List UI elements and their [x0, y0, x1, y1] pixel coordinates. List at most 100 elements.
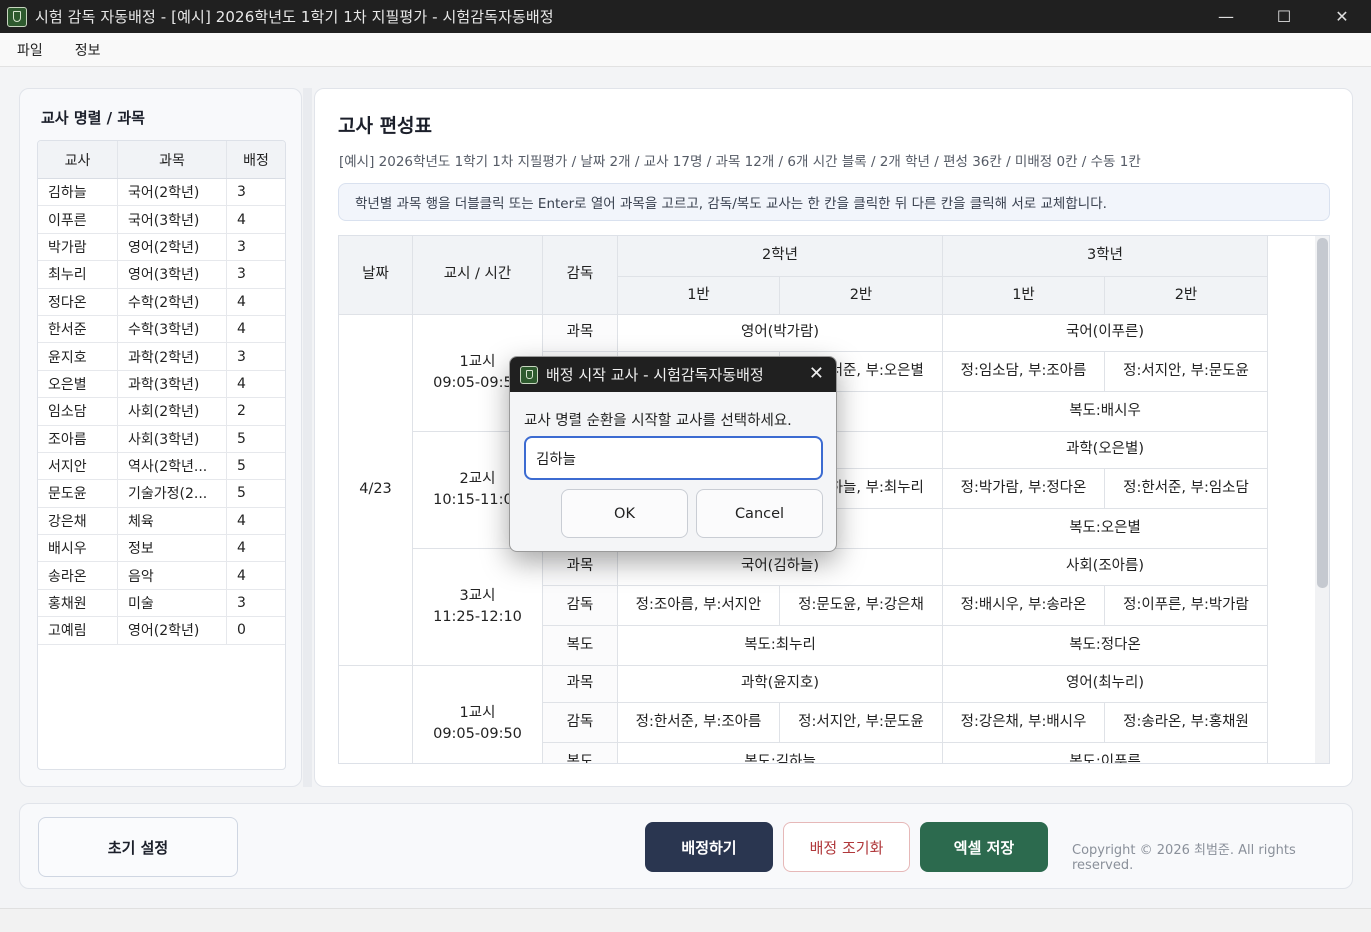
close-icon[interactable]: ✕	[1313, 0, 1371, 33]
table-row[interactable]: 송라온 음악 4	[38, 562, 285, 590]
table-row[interactable]: 조아름 사회(3학년) 5	[38, 425, 285, 453]
header-grade3-class2: 2반	[1105, 277, 1268, 315]
teacher-subject: 사회(3학년)	[118, 425, 227, 452]
teacher-subject: 체육	[118, 507, 227, 535]
table-row[interactable]: 윤지호 과학(2학년) 3	[38, 343, 285, 371]
grade3-hallway-cell[interactable]: 복도:이푸른	[943, 743, 1268, 763]
teacher-panel: 교사 명렬 / 과목 교사 과목 배정 김하늘 국어(2학년) 3 이푸른 국어(3학년…	[19, 88, 302, 787]
grade3-class1-supervisor-cell[interactable]: 정:강은채, 부:배시우	[943, 703, 1105, 743]
grade3-class2-supervisor-cell[interactable]: 정:서지안, 부:문도윤	[1105, 352, 1268, 392]
initial-setup-button[interactable]: 초기 설정	[38, 817, 238, 877]
table-row[interactable]: 홍채원 미술 3	[38, 589, 285, 618]
table-row[interactable]: 오은별 과학(3학년) 4	[38, 370, 285, 399]
grade3-subject-cell[interactable]: 사회(조아름)	[943, 549, 1268, 586]
menu-file[interactable]: 파일	[0, 40, 59, 60]
role-hallway-label: 복도	[543, 626, 618, 666]
cancel-button[interactable]: Cancel	[696, 489, 823, 538]
grade3-class1-supervisor-cell[interactable]: 정:임소담, 부:조아름	[943, 352, 1105, 392]
teacher-name: 정다온	[38, 288, 118, 315]
grade2-subject-cell[interactable]: 영어(박가람)	[618, 315, 943, 352]
grade2-class2-supervisor-cell[interactable]: 정:문도윤, 부:강은채	[780, 586, 943, 626]
teacher-subject: 국어(3학년)	[118, 206, 227, 233]
teacher-table: 교사 과목 배정 김하늘 국어(2학년) 3 이푸른 국어(3학년) 4 박가람 영어(2학년…	[37, 140, 286, 770]
teacher-table-body: 김하늘 국어(2학년) 3 이푸른 국어(3학년) 4 박가람 영어(2학년) 3 최누리 영어(3…	[38, 179, 285, 645]
period-label: 1교시	[459, 353, 496, 370]
scrollbar-thumb[interactable]	[1317, 238, 1328, 588]
teacher-count: 3	[237, 595, 246, 612]
table-row[interactable]: 배시우 정보 4	[38, 535, 285, 563]
grade2-class1-supervisor-cell[interactable]: 정:한서준, 부:조아름	[618, 703, 780, 743]
grade3-class2-supervisor-cell[interactable]: 정:한서준, 부:임소담	[1105, 469, 1268, 509]
teacher-name: 홍채원	[38, 589, 118, 617]
grade2-subject-cell[interactable]: 국어(김하늘)	[618, 549, 943, 586]
teacher-count: 3	[237, 348, 246, 365]
teacher-count: 3	[237, 266, 246, 283]
grade3-class2-supervisor-cell[interactable]: 정:이푸른, 부:박가람	[1105, 586, 1268, 626]
column-header-count[interactable]: 배정	[227, 141, 285, 178]
table-row[interactable]: 정다온 수학(2학년) 4	[38, 288, 285, 316]
start-teacher-input[interactable]	[524, 436, 823, 480]
app-icon	[7, 6, 27, 27]
teacher-count: 4	[237, 567, 246, 584]
role-subject-label: 과목	[543, 549, 618, 586]
table-row[interactable]: 김하늘 국어(2학년) 3	[38, 179, 285, 207]
teacher-count: 2	[237, 403, 246, 420]
teacher-name: 박가람	[38, 233, 118, 261]
grade3-subject-cell[interactable]: 국어(이푸른)	[943, 315, 1268, 352]
teacher-subject: 국어(2학년)	[118, 179, 227, 206]
grade3-class2-supervisor-cell[interactable]: 정:송라온, 부:홍채원	[1105, 703, 1268, 743]
column-header-teacher[interactable]: 교사	[38, 141, 118, 178]
teacher-subject: 미술	[118, 589, 227, 617]
app-icon	[520, 365, 538, 384]
grade3-hallway-cell[interactable]: 복도:배시우	[943, 392, 1268, 432]
table-row[interactable]: 이푸른 국어(3학년) 4	[38, 206, 285, 234]
date-cell	[339, 666, 413, 763]
teacher-subject: 영어(2학년)	[118, 233, 227, 261]
copyright-text: Copyright © 2026 최범준. All rights reserve…	[1072, 843, 1296, 873]
table-row[interactable]: 문도윤 기술가정(2... 5	[38, 480, 285, 508]
header-grade3-class1: 1반	[943, 277, 1105, 315]
column-header-subject[interactable]: 과목	[118, 141, 227, 178]
teacher-name: 배시우	[38, 535, 118, 562]
grade3-class1-supervisor-cell[interactable]: 정:배시우, 부:송라온	[943, 586, 1105, 626]
ok-button[interactable]: OK	[561, 489, 688, 538]
panel-splitter[interactable]	[303, 88, 312, 787]
close-icon[interactable]: ✕	[809, 363, 824, 384]
teacher-subject: 영어(2학년)	[118, 617, 227, 644]
minimize-icon[interactable]: —	[1197, 0, 1255, 33]
table-row[interactable]: 고예림 영어(2학년) 0	[38, 617, 285, 645]
teacher-name: 최누리	[38, 261, 118, 288]
dialog-title: 배정 시작 교사 - 시험감독자동배정	[546, 366, 764, 384]
grade3-subject-cell[interactable]: 과학(오은별)	[943, 432, 1268, 469]
header-period: 교시 / 시간	[413, 236, 543, 315]
teacher-subject: 영어(3학년)	[118, 261, 227, 288]
assign-button[interactable]: 배정하기	[645, 822, 773, 872]
table-row[interactable]: 임소담 사회(2학년) 2	[38, 398, 285, 426]
grade2-class1-supervisor-cell[interactable]: 정:조아름, 부:서지안	[618, 586, 780, 626]
teacher-panel-title: 교사 명렬 / 과목	[41, 109, 145, 127]
teacher-count: 4	[237, 375, 246, 392]
table-row[interactable]: 강은채 체육 4	[38, 507, 285, 536]
grade2-subject-cell[interactable]: 과학(윤지호)	[618, 666, 943, 703]
grade2-hallway-cell[interactable]: 복도:최누리	[618, 626, 943, 666]
table-row[interactable]: 최누리 영어(3학년) 3	[38, 261, 285, 289]
teacher-count: 4	[237, 211, 246, 228]
grade3-subject-cell[interactable]: 영어(최누리)	[943, 666, 1268, 703]
grade3-hallway-cell[interactable]: 복도:오은별	[943, 509, 1268, 549]
menu-info[interactable]: 정보	[59, 40, 117, 60]
teacher-name: 오은별	[38, 370, 118, 398]
excel-export-button[interactable]: 엑셀 저장	[920, 822, 1048, 872]
status-bar	[0, 908, 1371, 932]
table-row[interactable]: 서지안 역사(2학년... 5	[38, 452, 285, 481]
grade3-class1-supervisor-cell[interactable]: 정:박가람, 부:정다온	[943, 469, 1105, 509]
menu-bar: 파일 정보	[0, 33, 1371, 67]
reset-assignment-button[interactable]: 배정 조기화	[783, 822, 910, 872]
grade2-hallway-cell[interactable]: 복도:김하늘	[618, 743, 943, 763]
maximize-icon[interactable]: ☐	[1255, 0, 1313, 33]
grade2-class2-supervisor-cell[interactable]: 정:서지안, 부:문도윤	[780, 703, 943, 743]
teacher-count: 4	[237, 321, 246, 338]
table-row[interactable]: 박가람 영어(2학년) 3	[38, 233, 285, 262]
vertical-scrollbar[interactable]	[1315, 236, 1329, 763]
table-row[interactable]: 한서준 수학(3학년) 4	[38, 315, 285, 344]
grade3-hallway-cell[interactable]: 복도:정다온	[943, 626, 1268, 666]
